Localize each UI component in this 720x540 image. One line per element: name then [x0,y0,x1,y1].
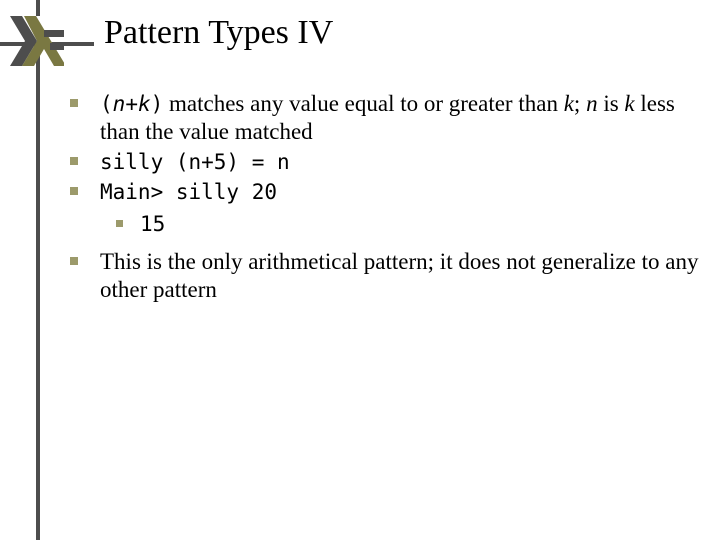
var-k: k [564,91,574,116]
code-text: + [125,92,138,116]
bullet-item-1: (n+k) matches any value equal to or grea… [68,90,704,146]
body-text: matches any value equal to or greater th… [163,91,563,116]
code-var-k: k [138,92,151,116]
body-text: ; [574,91,586,116]
slide-header: Pattern Types IV [0,0,720,68]
code-text: ) [151,92,164,116]
code-text: ( [100,92,113,116]
var-k: k [624,91,634,116]
bullet-item-3: Main> silly 20 15 [68,178,704,238]
decorative-rule-top [36,0,40,16]
page-title: Pattern Types IV [104,14,333,52]
code-line: Main> silly 20 [100,180,277,204]
code-line: silly (n+5) = n [100,150,290,174]
bullet-item-2: silly (n+5) = n [68,148,704,176]
code-output: 15 [140,212,165,236]
code-var-n: n [113,92,126,116]
decorative-rule-vertical [36,42,40,540]
slide: Pattern Types IV (n+k) matches any value… [0,0,720,540]
bullet-item-4: This is the only arithmetical pattern; i… [68,248,704,304]
sub-bullet-item-1: 15 [100,212,704,238]
body-text: is [598,91,625,116]
var-n: n [586,91,598,116]
slide-content: (n+k) matches any value equal to or grea… [68,90,704,306]
body-text: This is the only arithmetical pattern; i… [100,249,698,302]
haskell-logo-icon [10,16,64,66]
